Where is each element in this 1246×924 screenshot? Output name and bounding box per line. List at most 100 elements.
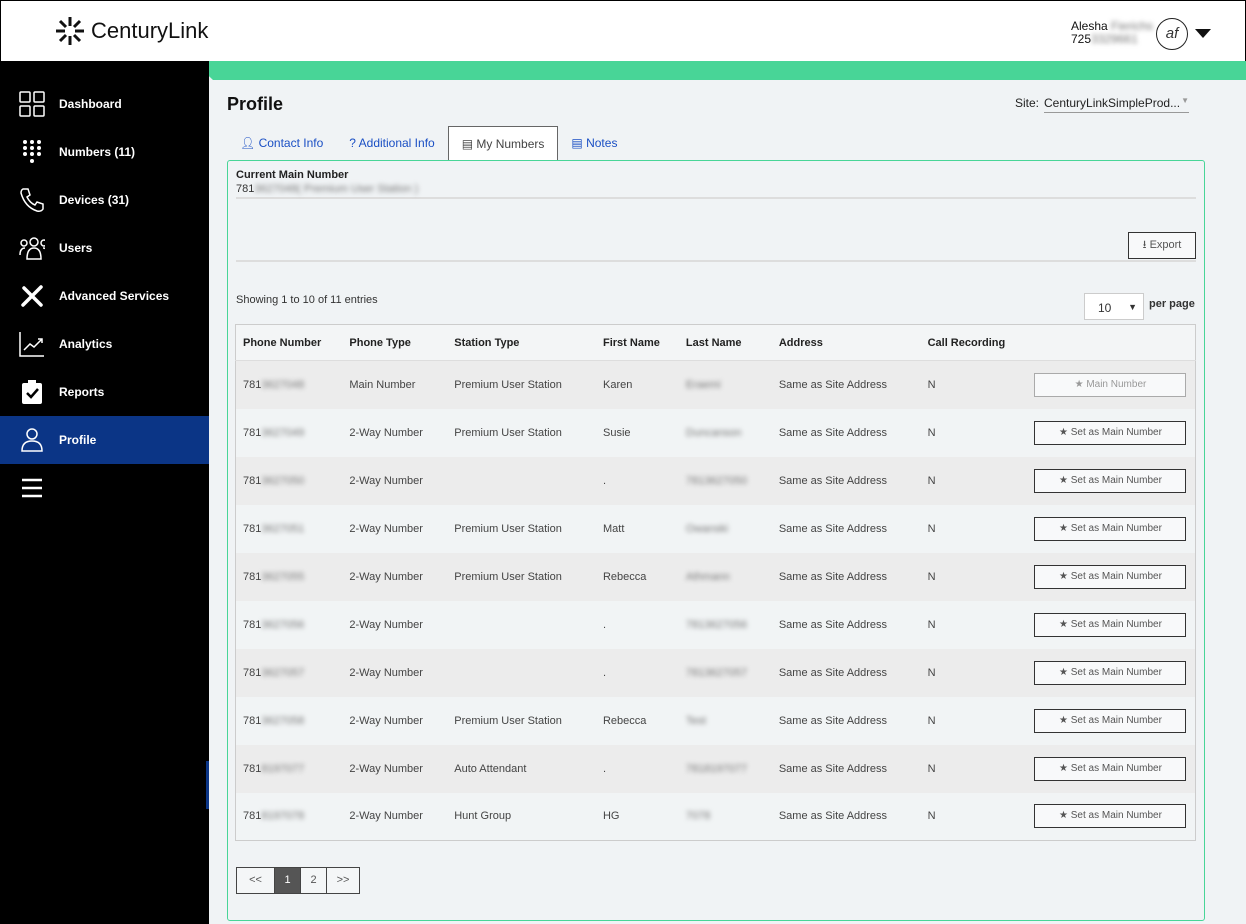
address-cell: Same as Site Address <box>771 552 921 601</box>
centurylink-logo[interactable]: CenturyLink <box>55 16 208 46</box>
last-name-cell: 7813627050 <box>678 456 772 505</box>
star-icon: ★ <box>1059 618 1068 630</box>
site-value: CenturyLinkSimpleProd... <box>1044 96 1181 110</box>
column-header <box>1027 324 1196 361</box>
phone-rest: 8197078 <box>261 810 305 823</box>
sidebar-item-users[interactable]: Users <box>0 224 209 272</box>
call-recording-cell: N <box>920 504 1028 553</box>
page-next[interactable]: >> <box>327 868 359 893</box>
user-menu-caret-icon[interactable] <box>1195 29 1211 38</box>
address-cell: Same as Site Address <box>771 600 921 649</box>
first-name-cell: . <box>595 648 679 697</box>
notes-icon: ▤ <box>571 136 583 150</box>
numbers-table: Phone Number Phone Type Station Type First … <box>235 324 1196 841</box>
sidebar-menu-toggle[interactable] <box>0 464 209 512</box>
tab-additional-info[interactable]: ? Additional Info <box>336 126 447 161</box>
sidebar-item-label: Devices (31) <box>59 193 130 207</box>
tab-my-numbers[interactable]: ▤ My Numbers <box>447 126 559 161</box>
set-main-number-button[interactable]: ★ Set as Main Number <box>1034 564 1187 589</box>
current-main-prefix: 781 <box>236 183 255 195</box>
per-page-label: per page <box>1149 298 1195 310</box>
phone-prefix: 781 <box>243 666 262 679</box>
site-selector[interactable]: Site: CenturyLinkSimpleProd... ▼ <box>1015 96 1190 113</box>
sidebar-item-label: Advanced Services <box>59 289 170 303</box>
phone-number-cell: 7813627056 <box>235 600 343 649</box>
phone-rest: 3627056 <box>261 618 305 631</box>
action-cell: ★ Set as Main Number <box>1027 552 1196 601</box>
sidebar-item-reports[interactable]: Reports <box>0 368 209 416</box>
set-main-number-button[interactable]: ★ Set as Main Number <box>1034 468 1187 493</box>
phone-type-cell: 2-Way Number <box>342 504 448 553</box>
sidebar-item-dashboard[interactable]: Dashboard <box>0 80 209 128</box>
station-type-cell: Hunt Group <box>447 792 596 841</box>
column-header: First Name <box>595 324 679 361</box>
address-cell: Same as Site Address <box>771 648 921 697</box>
scroll-marker <box>206 761 209 809</box>
call-recording-cell: N <box>920 696 1028 745</box>
phone-rest: 3627055 <box>261 570 305 583</box>
sidebar-item-analytics[interactable]: Analytics <box>0 320 209 368</box>
phone-type-cell: 2-Way Number <box>342 408 448 457</box>
last-name: 7813627056 <box>685 618 748 631</box>
per-page-select[interactable]: 10 ▼ <box>1084 293 1144 320</box>
phone-prefix: 781 <box>243 522 262 535</box>
sidebar-item-devices[interactable]: Devices (31) <box>0 176 209 224</box>
address-cell: Same as Site Address <box>771 504 921 553</box>
page-2[interactable]: 2 <box>301 868 327 893</box>
button-label: Main Number <box>1086 378 1147 390</box>
last-name-cell: 7813627056 <box>678 600 772 649</box>
avatar[interactable]: af <box>1156 18 1188 50</box>
last-name: Eraemi <box>685 378 721 391</box>
export-button[interactable]: ⭳ Export <box>1128 232 1196 259</box>
phone-prefix: 781 <box>243 570 262 583</box>
user-first-name: Alesha <box>1071 19 1108 33</box>
last-name: 7078 <box>685 810 711 823</box>
per-page-value: 10 <box>1098 301 1112 315</box>
sidebar-item-profile[interactable]: Profile <box>0 416 209 464</box>
set-main-number-button[interactable]: ★ Set as Main Number <box>1034 708 1187 733</box>
person-icon: 👤︎ <box>240 136 256 150</box>
tab-label: Contact Info <box>258 136 324 150</box>
tab-contact-info[interactable]: 👤︎ Contact Info <box>227 126 336 161</box>
page-prev[interactable]: << <box>237 868 275 893</box>
phone-prefix: 781 <box>243 378 262 391</box>
button-label: Set as Main Number <box>1070 474 1162 486</box>
current-main-rest: 3627048( Premium User Station ) <box>254 183 419 195</box>
call-recording-cell: N <box>920 552 1028 601</box>
table-row: 7813627048 Main Number Premium User Stat… <box>235 360 1196 409</box>
dropdown-arrow-icon: ▼ <box>1128 302 1137 312</box>
star-icon: ★ <box>1059 426 1068 438</box>
clipboard-icon <box>19 379 45 405</box>
action-cell: ★ Set as Main Number <box>1027 744 1196 793</box>
phone-number-cell: 7813627058 <box>235 696 343 745</box>
button-label: Set as Main Number <box>1070 570 1162 582</box>
star-icon: ★ <box>1059 810 1068 822</box>
first-name-cell: Karen <box>595 360 679 409</box>
button-label: Set as Main Number <box>1070 426 1162 438</box>
main-number-button[interactable]: ★ Main Number <box>1034 372 1187 397</box>
first-name-cell: Matt <box>595 504 679 553</box>
station-type-cell: Premium User Station <box>447 504 596 553</box>
chart-icon <box>19 331 45 357</box>
set-main-number-button[interactable]: ★ Set as Main Number <box>1034 756 1187 781</box>
top-header: CenturyLink Alesha Fierichs 7253329661 a… <box>0 0 1246 61</box>
user-phone-rest: 3329661 <box>1091 32 1138 46</box>
station-type-cell: Premium User Station <box>447 552 596 601</box>
phone-number-cell: 7813627049 <box>235 408 343 457</box>
sidebar: Dashboard Numbers (11) Devices (31) User… <box>0 61 209 924</box>
sidebar-item-numbers[interactable]: Numbers (11) <box>0 128 209 176</box>
set-main-number-button[interactable]: ★ Set as Main Number <box>1034 804 1187 829</box>
page-1[interactable]: 1 <box>275 868 301 893</box>
set-main-number-button[interactable]: ★ Set as Main Number <box>1034 612 1187 637</box>
call-recording-cell: N <box>920 744 1028 793</box>
set-main-number-button[interactable]: ★ Set as Main Number <box>1034 420 1187 445</box>
phone-prefix: 781 <box>243 474 262 487</box>
sidebar-item-advanced-services[interactable]: Advanced Services <box>0 272 209 320</box>
tab-notes[interactable]: ▤ Notes <box>558 126 630 161</box>
phone-number-cell: 7813627048 <box>235 360 343 409</box>
set-main-number-button[interactable]: ★ Set as Main Number <box>1034 660 1187 685</box>
address-cell: Same as Site Address <box>771 408 921 457</box>
first-name-cell: Rebecca <box>595 552 679 601</box>
set-main-number-button[interactable]: ★ Set as Main Number <box>1034 516 1187 541</box>
call-recording-cell: N <box>920 600 1028 649</box>
